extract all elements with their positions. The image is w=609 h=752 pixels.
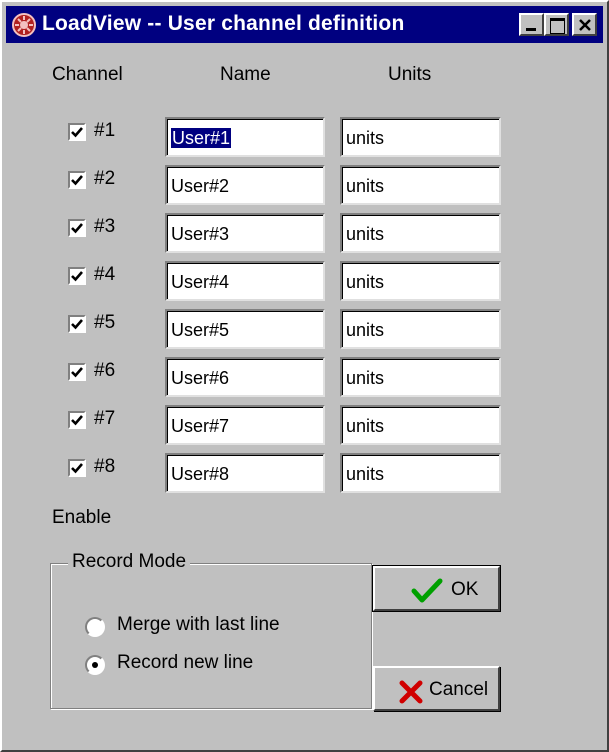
- close-icon: [579, 19, 591, 31]
- minimize-button[interactable]: [519, 13, 544, 36]
- name-column-header: Name: [220, 64, 271, 85]
- channel-6-label: #6: [94, 360, 116, 381]
- channel-5-units-input[interactable]: units: [340, 309, 501, 349]
- channel-row-4: #4 User#4 units: [2, 261, 609, 301]
- channel-6-enable-checkbox[interactable]: [68, 363, 86, 381]
- channel-8-label: #8: [94, 456, 116, 477]
- channel-row-5: #5 User#5 units: [2, 309, 609, 349]
- channel-5-name-input[interactable]: User#5: [165, 309, 325, 349]
- channel-row-3: #3 User#3 units: [2, 213, 609, 253]
- checkmark-icon: [71, 319, 83, 330]
- record-new-line-label[interactable]: Record new line: [117, 652, 253, 674]
- channel-2-enable-checkbox[interactable]: [68, 171, 86, 189]
- channel-3-units-input[interactable]: units: [340, 213, 501, 253]
- channel-row-1: #1 User#1 units: [2, 117, 609, 157]
- channel-1-enable-checkbox[interactable]: [68, 123, 86, 141]
- enable-label: Enable: [52, 507, 112, 528]
- checkmark-icon: [71, 463, 83, 474]
- record-new-line-radio[interactable]: [85, 655, 105, 675]
- channel-6-name-input[interactable]: User#6: [165, 357, 325, 397]
- channel-7-enable-checkbox[interactable]: [68, 411, 86, 429]
- channel-2-units-input[interactable]: units: [340, 165, 501, 205]
- record-mode-legend: Record Mode: [68, 551, 191, 573]
- channel-2-label: #2: [94, 168, 116, 189]
- cancel-button[interactable]: Cancel: [373, 666, 500, 711]
- channel-4-enable-checkbox[interactable]: [68, 267, 86, 285]
- title-bar[interactable]: LoadView -- User channel definition: [6, 6, 603, 43]
- checkmark-icon: [71, 175, 83, 186]
- channel-7-name-input[interactable]: User#7: [165, 405, 325, 445]
- merge-with-last-line-radio[interactable]: [85, 617, 105, 637]
- channel-5-enable-checkbox[interactable]: [68, 315, 86, 333]
- channel-3-enable-checkbox[interactable]: [68, 219, 86, 237]
- dialog-window: LoadView -- User channel definition Chan…: [0, 0, 609, 752]
- channel-7-label: #7: [94, 408, 116, 429]
- channel-3-label: #3: [94, 216, 116, 237]
- channel-5-label: #5: [94, 312, 116, 333]
- checkmark-icon: [71, 271, 83, 282]
- loadview-app-icon[interactable]: [12, 13, 36, 37]
- channel-4-label: #4: [94, 264, 116, 285]
- channel-1-label: #1: [94, 120, 116, 141]
- units-column-header: Units: [388, 64, 432, 85]
- merge-with-last-line-label[interactable]: Merge with last line: [117, 614, 280, 636]
- cancel-button-label: Cancel: [429, 679, 489, 700]
- checkmark-icon: [71, 415, 83, 426]
- checkmark-icon: [71, 367, 83, 378]
- channel-8-enable-checkbox[interactable]: [68, 459, 86, 477]
- channel-6-units-input[interactable]: units: [340, 357, 501, 397]
- channel-row-2: #2 User#2 units: [2, 165, 609, 205]
- channel-2-name-input[interactable]: User#2: [165, 165, 325, 205]
- channel-4-units-input[interactable]: units: [340, 261, 501, 301]
- channel-row-6: #6 User#6 units: [2, 357, 609, 397]
- ok-button-label: OK: [451, 579, 479, 600]
- channel-8-name-input[interactable]: User#8: [165, 453, 325, 493]
- checkmark-icon: [71, 223, 83, 234]
- channel-3-name-input[interactable]: User#3: [165, 213, 325, 253]
- channel-row-7: #7 User#7 units: [2, 405, 609, 445]
- window-title: LoadView -- User channel definition: [42, 12, 405, 35]
- channel-1-name-value: User#1: [171, 128, 232, 148]
- x-cross-icon: [399, 680, 423, 704]
- channel-row-8: #8 User#8 units: [2, 453, 609, 493]
- channel-column-header: Channel: [52, 64, 123, 85]
- checkmark-icon: [71, 127, 83, 138]
- close-button[interactable]: [572, 13, 597, 36]
- channel-7-units-input[interactable]: units: [340, 405, 501, 445]
- channel-4-name-input[interactable]: User#4: [165, 261, 325, 301]
- maximize-button[interactable]: [544, 13, 569, 36]
- channel-1-units-input[interactable]: units: [340, 117, 501, 157]
- ok-button[interactable]: OK: [372, 565, 501, 612]
- channel-8-units-input[interactable]: units: [340, 453, 501, 493]
- checkmark-icon: [411, 578, 443, 603]
- channel-1-name-input[interactable]: User#1: [165, 117, 325, 157]
